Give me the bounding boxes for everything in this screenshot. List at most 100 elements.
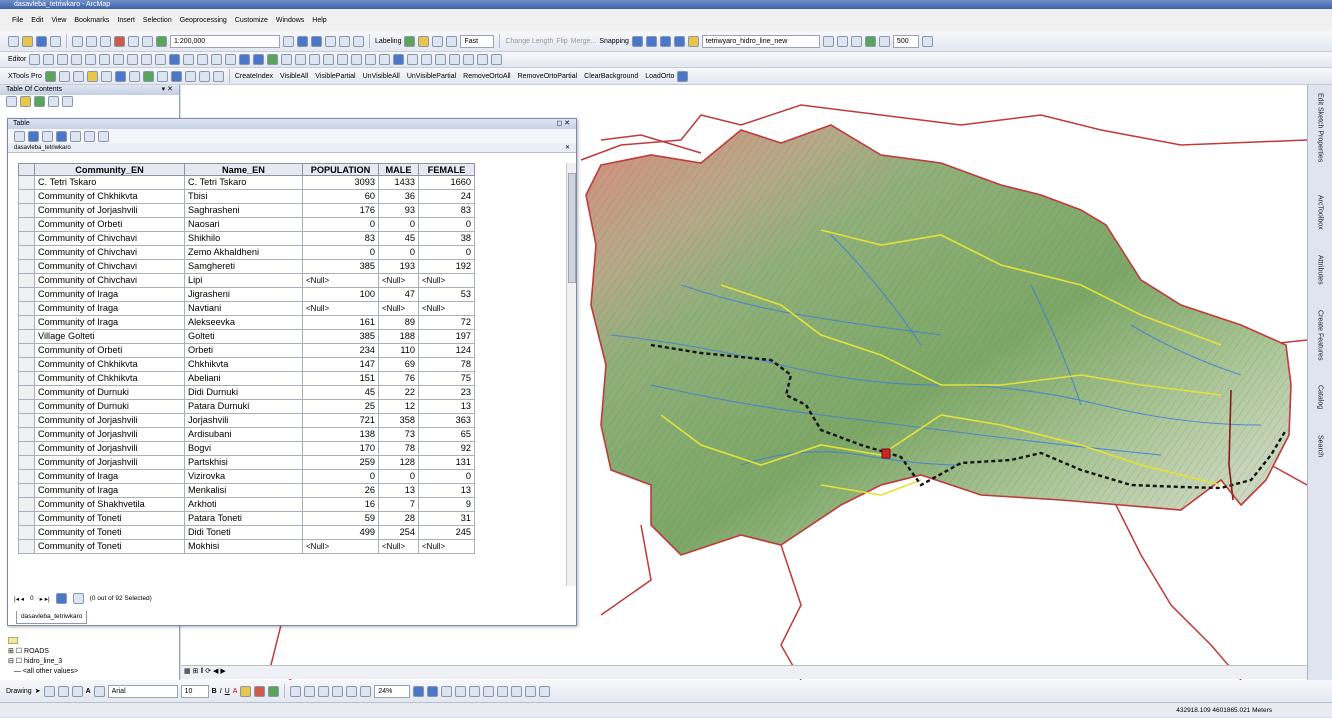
scrollbar-thumb[interactable] (568, 173, 576, 283)
magnifier-icon[interactable] (864, 35, 876, 47)
table-cell[interactable]: 176 (302, 203, 379, 218)
arctoolbox-icon[interactable] (339, 35, 350, 47)
table-cell[interactable]: 83 (302, 231, 379, 246)
fill-color-icon[interactable] (240, 685, 252, 697)
go-to-xy-icon[interactable] (463, 54, 475, 65)
table-row[interactable]: Community of Durnuki Patara Durnuki 25 12 13 (18, 399, 475, 414)
table-cell[interactable]: Mokhisi (184, 539, 303, 554)
zoom-to-selected-icon[interactable] (84, 130, 95, 142)
table-cell[interactable]: <Null> (418, 539, 475, 554)
row-selector[interactable] (18, 189, 35, 204)
clear-table-selection-icon[interactable] (70, 130, 81, 142)
table-cell[interactable]: 9 (418, 497, 475, 512)
edit-vertices-drawing-icon[interactable] (93, 685, 105, 697)
table-cell[interactable]: 7 (378, 497, 419, 512)
column-header-population[interactable]: POPULATION (302, 163, 379, 176)
table-cell[interactable]: 138 (302, 427, 379, 442)
table-row[interactable]: Community of Jorjashvili Ardisubani 138 73 6… (18, 427, 475, 442)
table-cell[interactable]: 83 (418, 203, 475, 218)
layout-tool-5-icon[interactable] (469, 685, 481, 697)
table-cell[interactable]: 72 (418, 315, 475, 330)
table-cell[interactable]: 363 (418, 413, 475, 428)
zoom-value-combo[interactable]: 500 (892, 34, 919, 48)
marker-color-icon[interactable] (268, 685, 280, 697)
delete-icon[interactable] (114, 35, 125, 47)
table-cell[interactable]: 193 (378, 259, 419, 274)
map-scale-combo[interactable]: 1:200,000 (170, 34, 280, 48)
table-row[interactable]: Community of Chkhikvta Tbisi 60 36 24 (18, 189, 475, 204)
xtools-globe-icon[interactable] (142, 70, 154, 82)
table-cell[interactable]: 128 (378, 455, 419, 470)
table-cell[interactable]: Patara Toneti (184, 511, 303, 526)
table-cell[interactable]: Community of Chivchavi (34, 245, 185, 260)
related-tables-icon[interactable] (28, 130, 39, 142)
create-features-icon[interactable] (197, 54, 209, 65)
table-cell[interactable]: 23 (418, 385, 475, 400)
topology-icon[interactable] (211, 54, 223, 65)
table-cell[interactable]: 192 (418, 259, 475, 274)
table-cell[interactable]: 13 (378, 483, 419, 498)
xtools-layout-icon[interactable] (156, 70, 168, 82)
table-row[interactable]: Community of Chivchavi Samghereti 385 193 19… (18, 259, 475, 274)
cut-icon[interactable] (72, 35, 83, 47)
table-cell[interactable]: 78 (418, 357, 475, 372)
table-row[interactable]: Community of Iraga Alekseevka 161 89 72 (18, 315, 475, 330)
table-cell[interactable]: Community of Iraga (34, 469, 185, 484)
row-selector[interactable] (18, 455, 35, 470)
table-cell[interactable]: 59 (302, 511, 379, 526)
table-row[interactable]: Community of Jorjashvili Saghrasheni 176 93… (18, 203, 475, 218)
table-cell[interactable]: Patara Durnuki (184, 399, 303, 414)
time-slider-icon[interactable] (477, 54, 489, 65)
table-cell[interactable]: Community of Chivchavi (34, 259, 185, 274)
table-cell[interactable]: 76 (378, 371, 419, 386)
row-selector[interactable] (18, 287, 35, 302)
table-cell[interactable]: 188 (378, 329, 419, 344)
dock-tab-catalog[interactable]: Catalog (1311, 385, 1329, 409)
layout-tool-9-icon[interactable] (525, 685, 537, 697)
row-selector[interactable] (18, 217, 35, 232)
table-cell[interactable]: 499 (302, 525, 379, 540)
zoom-to-element-icon[interactable] (57, 685, 69, 697)
rotate-icon[interactable] (155, 54, 167, 65)
table-cell[interactable]: <Null> (302, 539, 379, 554)
label-manager-icon[interactable] (404, 35, 416, 47)
layout-tool-8-icon[interactable] (511, 685, 523, 697)
xtools-button-visiblepartial[interactable]: VisiblePartial (315, 73, 355, 80)
table-cell[interactable]: 254 (378, 525, 419, 540)
table-cell[interactable]: Community of Jorjashvili (34, 427, 185, 442)
add-data-icon[interactable] (156, 35, 167, 47)
row-selector[interactable] (18, 427, 35, 442)
xtools-button-visibleall[interactable]: VisibleAll (280, 73, 308, 80)
split-icon[interactable] (141, 54, 153, 65)
menu-item-insert[interactable]: Insert (117, 17, 135, 24)
table-cell[interactable]: Community of Orbeti (34, 343, 185, 358)
table-cell[interactable]: Community of Toneti (34, 525, 185, 540)
table-cell[interactable]: <Null> (378, 273, 419, 288)
xtools-shape-icon[interactable] (100, 70, 112, 82)
table-cell[interactable]: 170 (302, 441, 379, 456)
table-cell[interactable]: 13 (418, 483, 475, 498)
menu-item-selection[interactable]: Selection (143, 17, 172, 24)
info-icon[interactable] (393, 54, 405, 65)
table-cell[interactable]: 0 (302, 217, 379, 232)
table-cell[interactable]: Community of Orbeti (34, 217, 185, 232)
xtools-grid-icon[interactable] (114, 70, 126, 82)
table-cell[interactable]: 12 (378, 399, 419, 414)
table-row[interactable]: C. Tetri Tskaro C. Tetri Tskaro 3093 1433 16… (18, 175, 475, 190)
row-selector[interactable] (18, 301, 35, 316)
table-cell[interactable]: 25 (302, 399, 379, 414)
layout-tool-4-icon[interactable] (455, 685, 467, 697)
editor-menu[interactable]: Editor (8, 56, 26, 63)
point-snapping-icon[interactable] (631, 35, 643, 47)
table-cell[interactable]: Community of Durnuki (34, 385, 185, 400)
xtools-button-createindex[interactable]: CreateIndex (235, 73, 273, 80)
create-viewer-icon[interactable] (491, 54, 503, 65)
last-record-button[interactable]: ▸ ▸| (40, 595, 50, 603)
table-cell[interactable]: 69 (378, 357, 419, 372)
globe-icon[interactable] (677, 70, 689, 82)
undo-icon[interactable] (128, 35, 139, 47)
table-cell[interactable]: 36 (378, 189, 419, 204)
list-by-source-icon[interactable] (20, 96, 31, 107)
rotate-element-icon[interactable] (43, 685, 55, 697)
row-selector-header[interactable] (18, 163, 35, 176)
